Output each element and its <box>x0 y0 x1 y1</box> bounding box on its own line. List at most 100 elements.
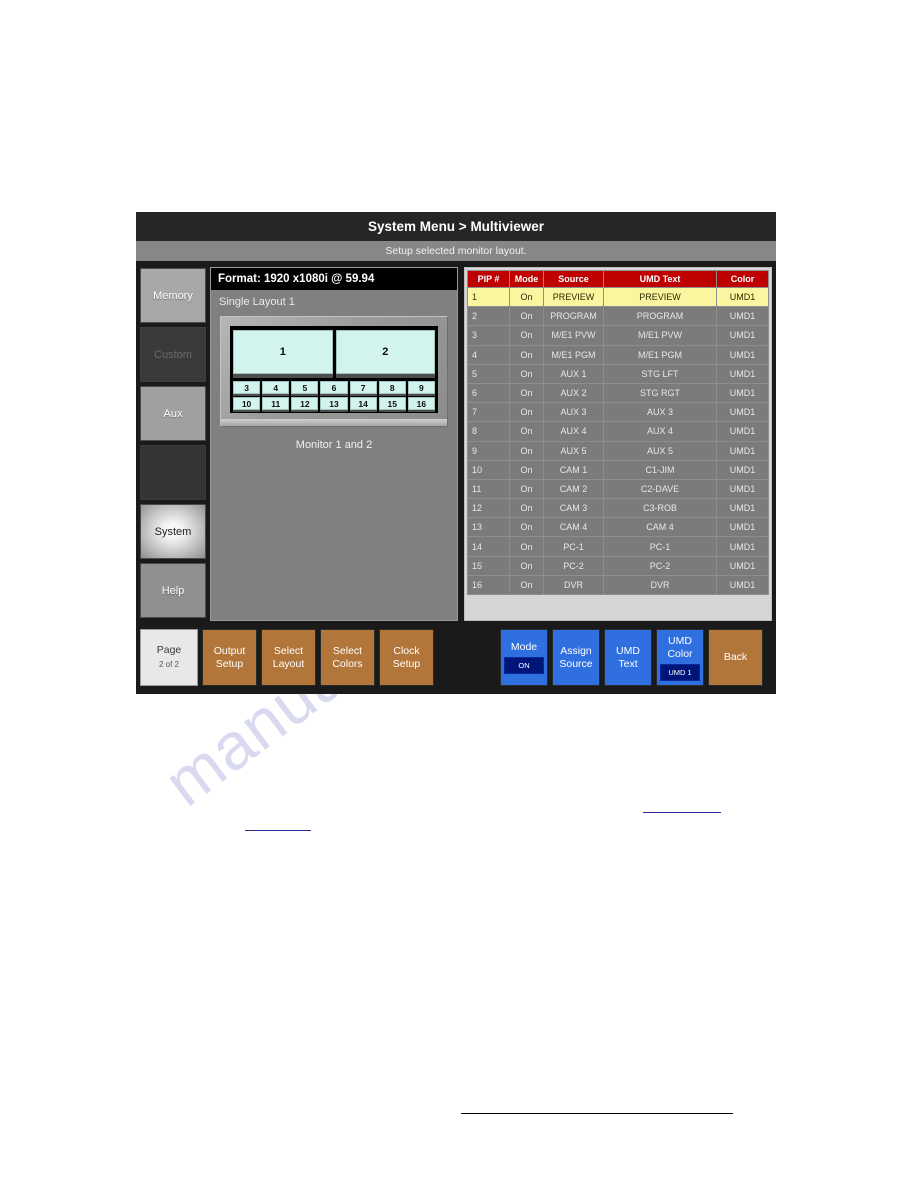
cell-color: UMD1 <box>716 574 769 596</box>
cell-mode: On <box>509 402 544 423</box>
pip-row-large: 1 2 <box>233 330 435 378</box>
table-row[interactable]: 13 On CAM 4 CAM 4 UMD1 <box>467 517 769 538</box>
cell-color: UMD1 <box>716 555 769 576</box>
cell-source: AUX 2 <box>543 382 604 404</box>
pip-box[interactable]: 2 <box>335 330 435 378</box>
cell-source: CAM 2 <box>543 478 604 500</box>
cell-source: AUX 4 <box>543 421 604 442</box>
umd-text-button[interactable]: UMD Text <box>604 629 652 686</box>
cell-source: CAM 3 <box>543 498 604 519</box>
pip-box[interactable]: 12 <box>291 397 319 412</box>
pip-box[interactable]: 9 <box>407 381 436 396</box>
table-row[interactable]: 16 On DVR DVR UMD1 <box>467 574 769 596</box>
pip-box[interactable]: 10 <box>233 397 261 412</box>
cell-umd-text: PROGRAM <box>603 306 717 327</box>
column-header-color: Color <box>716 270 769 288</box>
cell-source: AUX 1 <box>543 363 604 384</box>
cell-mode: On <box>509 363 544 384</box>
cell-umd-text: CAM 4 <box>603 517 717 538</box>
sidebar-item-aux[interactable]: Aux <box>140 386 206 441</box>
pip-box[interactable]: 4 <box>262 381 290 396</box>
table-row[interactable]: 9 On AUX 5 AUX 5 UMD1 <box>467 440 769 461</box>
pip-box[interactable]: 3 <box>233 381 261 396</box>
cell-source: CAM 1 <box>543 459 604 480</box>
back-button[interactable]: Back <box>708 629 763 686</box>
button-line2: Setup <box>392 657 421 670</box>
document-page: manualslib.com System Menu > Multiviewer… <box>0 0 918 1188</box>
cell-color: UMD1 <box>716 306 769 327</box>
output-setup-button[interactable]: Output Setup <box>202 629 257 686</box>
clock-setup-button[interactable]: Clock Setup <box>379 629 434 686</box>
sidebar-item-system[interactable]: System <box>140 504 206 559</box>
cell-mode: On <box>509 344 544 365</box>
select-colors-button[interactable]: Select Colors <box>320 629 375 686</box>
button-line1: Select <box>273 644 304 657</box>
cell-umd-text: C2-DAVE <box>603 478 717 500</box>
table-row[interactable]: 4 On M/E1 PGM M/E1 PGM UMD1 <box>467 344 769 365</box>
table-row[interactable]: 5 On AUX 1 STG LFT UMD1 <box>467 363 769 384</box>
cell-color: UMD1 <box>716 325 769 346</box>
sidebar-item-label: System <box>154 525 192 538</box>
button-line1: Select <box>332 644 363 657</box>
cell-source: PC-1 <box>543 536 604 557</box>
pip-box[interactable]: 7 <box>349 381 377 396</box>
table-row[interactable]: 15 On PC-2 PC-2 UMD1 <box>467 555 769 576</box>
mode-button[interactable]: Mode ON <box>500 629 548 686</box>
button-line1: Mode <box>510 641 538 653</box>
sidebar-item-label: Memory <box>153 289 193 302</box>
select-layout-button[interactable]: Select Layout <box>261 629 316 686</box>
button-line1: Clock <box>393 644 420 657</box>
cell-pip: 10 <box>467 459 510 480</box>
pip-box[interactable]: 13 <box>320 397 348 412</box>
umd-color-button[interactable]: UMD Color UMD 1 <box>656 629 704 686</box>
pip-box[interactable]: 16 <box>407 397 436 412</box>
sidebar-item-blank[interactable] <box>140 445 206 500</box>
cell-pip: 16 <box>467 574 510 596</box>
table-row[interactable]: 6 On AUX 2 STG RGT UMD1 <box>467 382 769 404</box>
cell-mode: On <box>509 382 544 404</box>
table-row[interactable]: 1 On PREVIEW PREVIEW UMD1 <box>467 286 769 308</box>
sidebar-item-custom[interactable]: Custom <box>140 327 206 382</box>
cell-color: UMD1 <box>716 459 769 480</box>
pip-box[interactable]: 6 <box>320 381 348 396</box>
pip-box[interactable]: 15 <box>378 397 406 412</box>
cell-source: PREVIEW <box>543 286 604 308</box>
table-row[interactable]: 12 On CAM 3 C3-ROB UMD1 <box>467 498 769 519</box>
pip-box[interactable]: 11 <box>262 397 290 412</box>
sidebar-item-help[interactable]: Help <box>140 563 206 618</box>
table-row[interactable]: 14 On PC-1 PC-1 UMD1 <box>467 536 769 557</box>
cell-pip: 12 <box>467 498 510 519</box>
page-title: System Menu > Multiviewer <box>136 212 776 241</box>
table-row[interactable]: 7 On AUX 3 AUX 3 UMD1 <box>467 402 769 423</box>
cell-pip: 4 <box>467 344 510 365</box>
page-button[interactable]: Page 2 of 2 <box>140 629 198 686</box>
pip-box[interactable]: 14 <box>349 397 377 412</box>
cell-pip: 14 <box>467 536 510 557</box>
cell-pip: 11 <box>467 478 510 500</box>
table-row[interactable]: 10 On CAM 1 C1-JIM UMD1 <box>467 459 769 480</box>
table-row[interactable]: 8 On AUX 4 AUX 4 UMD1 <box>467 421 769 442</box>
column-header-umd-text: UMD Text <box>603 270 717 288</box>
cell-umd-text: STG RGT <box>603 382 717 404</box>
pip-box[interactable]: 5 <box>291 381 319 396</box>
footer-toolbar: Page 2 of 2 Output Setup Select Layout S… <box>136 623 776 692</box>
button-line1: Output <box>213 644 246 657</box>
cell-pip: 8 <box>467 421 510 442</box>
assign-source-button[interactable]: Assign Source <box>552 629 600 686</box>
cell-umd-text: AUX 5 <box>603 440 717 461</box>
device-panel: System Menu > Multiviewer Setup selected… <box>136 212 776 694</box>
button-line2: Color <box>667 647 693 660</box>
pip-table-panel: PIP # Mode Source UMD Text Color 1 On PREV… <box>464 267 772 621</box>
sidebar-item-memory[interactable]: Memory <box>140 268 206 323</box>
column-header-source: Source <box>543 270 604 288</box>
cell-umd-text: DVR <box>603 574 717 596</box>
table-row[interactable]: 3 On M/E1 PVW M/E1 PVW UMD1 <box>467 325 769 346</box>
cell-umd-text: C3-ROB <box>603 498 717 519</box>
table-row[interactable]: 2 On PROGRAM PROGRAM UMD1 <box>467 306 769 327</box>
cell-color: UMD1 <box>716 382 769 404</box>
cell-color: UMD1 <box>716 363 769 384</box>
table-row[interactable]: 11 On CAM 2 C2-DAVE UMD1 <box>467 478 769 500</box>
preview-wrap: 1 2 3 4 5 6 7 8 9 10 11 12 13 14 15 16 <box>211 310 457 427</box>
pip-box[interactable]: 1 <box>233 330 333 378</box>
pip-box[interactable]: 8 <box>378 381 406 396</box>
